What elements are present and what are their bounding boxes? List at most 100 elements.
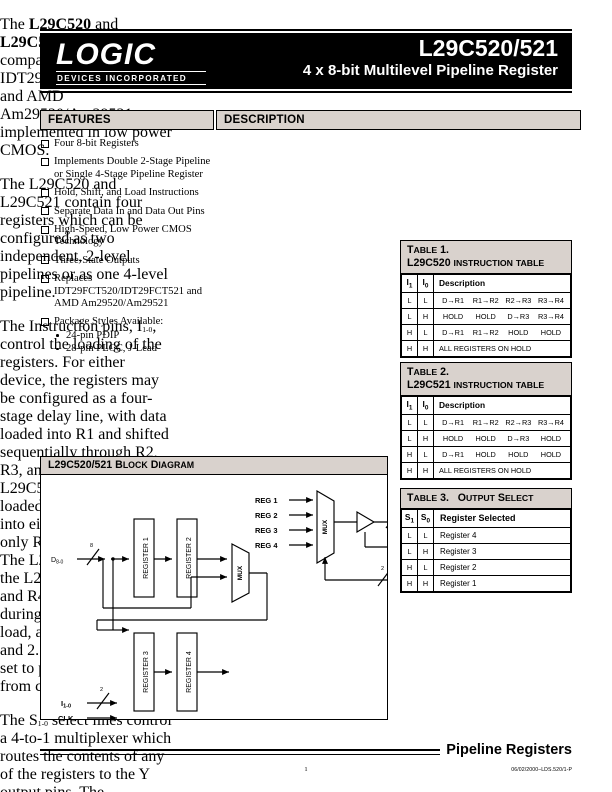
- label-instruction: I1-0: [61, 699, 71, 710]
- desc-text: The: [0, 16, 29, 33]
- op: HOLD: [475, 449, 496, 459]
- feature-text: Hold, Shift, and Load Instructions: [54, 187, 199, 199]
- col-description: Description: [433, 274, 571, 293]
- label-register-2: REGISTER 2: [186, 537, 193, 579]
- table-row: L L D→R1 R1→R2 R2→R3 R3→R4: [401, 413, 571, 431]
- label-reg4-input: REG 4: [255, 541, 278, 550]
- part-number: L29C520/521: [418, 35, 558, 61]
- op: R2→R3: [505, 417, 532, 427]
- feature-item: Implements Double 2-Stage Pipeline or Si…: [40, 156, 212, 181]
- cell-description-span: ALL REGISTERS ON HOLD: [433, 339, 571, 357]
- table-2-grid: I1 I0 Description L L D→R1 R1→R2 R2→R3 R3→R…: [401, 396, 571, 479]
- label-reg3-input: REG 3: [255, 526, 278, 535]
- cell-s0: H: [417, 574, 434, 592]
- table-1-grid: I1 I0 Description L L D→R1 R1→R2 R2→R3 R3→R…: [401, 274, 571, 357]
- block-diagram-panel: L29C520/521 BLOCK DIAGRAM D8-0 8 REGISTE…: [40, 456, 431, 723]
- col-s1: S1: [401, 509, 418, 528]
- table-header-row: I1 I0 Description: [401, 274, 571, 293]
- header-banner: LOGIC DEVICES INCORPORATED L29C520/521 4…: [40, 33, 572, 89]
- op: HOLD: [442, 433, 464, 443]
- op: R1→R2: [472, 327, 499, 337]
- label-data-width: 8: [90, 543, 93, 549]
- table-3-grid: S1 S0 Register Selected L L Register 4 L…: [401, 509, 571, 592]
- table-row: L H Register 3: [401, 542, 571, 560]
- op: HOLD: [442, 311, 464, 321]
- op: D→R3: [507, 311, 530, 321]
- op: HOLD: [508, 449, 529, 459]
- op: D→R1: [442, 327, 465, 337]
- label-register-1: REGISTER 1: [143, 537, 150, 579]
- label-mux-left: MUX: [237, 565, 244, 580]
- feature-subitem: 28-pin PLCC, J-Lead: [54, 343, 212, 355]
- col-i1: I1: [401, 274, 418, 293]
- bullet-square-icon: [41, 256, 49, 265]
- cell-description: D→R1 R1→R2 R2→R3 R3→R4: [433, 291, 571, 309]
- cell-register: Register 4: [433, 526, 571, 544]
- label-mux-right: MUX: [322, 519, 329, 534]
- feature-text: Separate Data In and Data Out Pins: [54, 205, 205, 217]
- label-clk: CLK: [58, 714, 74, 720]
- label-register-4: REGISTER 4: [186, 651, 193, 693]
- cell-i1: H: [401, 339, 418, 357]
- desc-text: The S: [0, 712, 38, 729]
- logo-wordmark: LOGIC: [56, 38, 156, 71]
- description-paragraph-4: The S1-0 select lines control a 4-to-1 m…: [0, 712, 172, 792]
- cell-s1: L: [401, 542, 418, 560]
- op: R3→R4: [537, 311, 564, 321]
- col-i0: I0: [417, 396, 434, 415]
- bullet-square-icon: [41, 207, 49, 216]
- op: D→R3: [507, 433, 530, 443]
- cell-i0: L: [417, 445, 434, 463]
- table-row: L L Register 4: [401, 526, 571, 544]
- col-i0: I0: [417, 274, 434, 293]
- op: R3→R4: [537, 295, 564, 305]
- cell-i1: L: [401, 413, 418, 431]
- footer-title: Pipeline Registers: [440, 742, 572, 758]
- block-diagram-title: L29C520/521 BLOCK DIAGRAM: [41, 457, 387, 475]
- cell-i0: H: [417, 429, 434, 447]
- cell-register: Register 3: [433, 542, 571, 560]
- cell-description: HOLD HOLD D→R3 HOLD: [433, 429, 571, 447]
- cell-s0: L: [417, 558, 434, 576]
- table-row: H H Register 1: [401, 574, 571, 592]
- feature-subitem: 24-pin PDIP: [54, 330, 212, 342]
- feature-subtext: 28-pin PLCC, J-Lead: [66, 343, 157, 355]
- feature-item: Hold, Shift, and Load Instructions: [40, 187, 212, 199]
- op: HOLD: [540, 327, 562, 337]
- cell-i0: L: [417, 413, 434, 431]
- feature-text: Implements Double 2-Stage Pipeline or Si…: [54, 156, 211, 180]
- feature-text: Four 8-bit Registers: [54, 138, 139, 149]
- header-rule-bottom: [40, 91, 572, 93]
- cell-i0: H: [417, 339, 434, 357]
- bullet-square-icon: [41, 188, 49, 197]
- table-row: H L D→R1 R1→R2 HOLD HOLD: [401, 323, 571, 341]
- logo-divider-top: [56, 71, 206, 72]
- cell-description: D→R1 HOLD HOLD HOLD: [433, 445, 571, 463]
- block-diagram-svg: D8-0 8 REGISTER 1 REGISTER 2 REGISTER 3 …: [51, 489, 431, 723]
- op: R1→R2: [472, 417, 499, 427]
- col-s0: S0: [417, 509, 434, 528]
- table-header-row: I1 I0 Description: [401, 396, 571, 415]
- feature-item: Package Styles Available: 24-pin PDIP 28…: [40, 316, 212, 355]
- op: HOLD: [540, 433, 562, 443]
- feature-item: Three-State Outputs: [40, 255, 212, 267]
- part-subtitle: 4 x 8-bit Multilevel Pipeline Register: [302, 62, 558, 79]
- cell-description: HOLD HOLD D→R3 R3→R4: [433, 307, 571, 325]
- feature-item: High-Speed, Low Power CMOS Technology: [40, 224, 212, 249]
- cell-i0: H: [417, 307, 434, 325]
- cell-description: D→R1 R1→R2 R2→R3 R3→R4: [433, 413, 571, 431]
- description-heading: DESCRIPTION: [216, 110, 581, 130]
- datasheet-page: LOGIC DEVICES INCORPORATED L29C520/521 4…: [0, 0, 612, 792]
- op: R1→R2: [472, 295, 499, 305]
- table-1-caption-line1: TABLE TABLE 1.1.: [407, 244, 449, 256]
- bullet-dot-icon: [56, 347, 59, 351]
- cell-i1: H: [401, 323, 418, 341]
- cell-s1: L: [401, 526, 418, 544]
- cell-s0: L: [417, 526, 434, 544]
- table-row: L H HOLD HOLD D→R3 R3→R4: [401, 307, 571, 325]
- document-id: 06/02/2000–LDS.520/1-P: [511, 767, 572, 773]
- table-2-caption-line1: TABLE 2.: [407, 366, 449, 378]
- description-column-2: The S1-0 select lines control a 4-to-1 m…: [0, 712, 172, 792]
- feature-item: Replaces IDT29FCT520/IDT29FCT521 and AMD…: [40, 273, 212, 310]
- logo-tagline: DEVICES INCORPORATED: [57, 74, 188, 83]
